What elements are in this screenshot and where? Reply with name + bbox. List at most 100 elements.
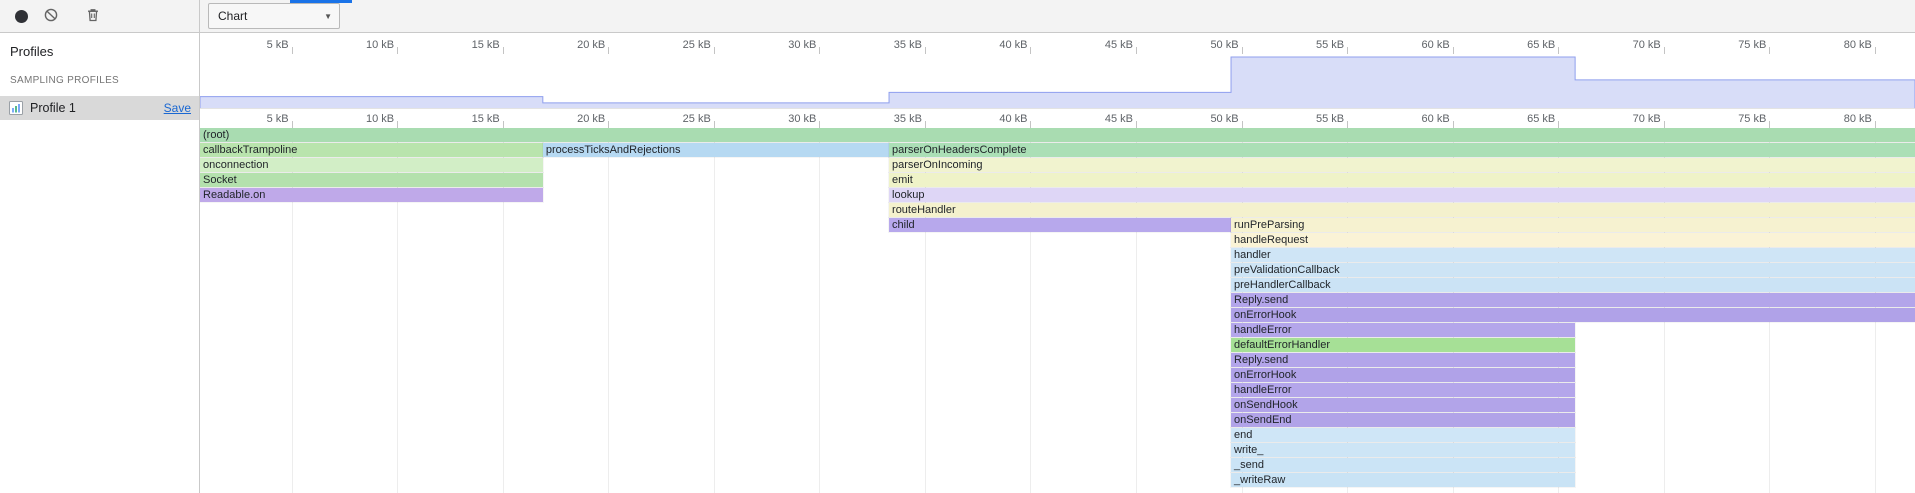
tick-mark — [292, 47, 293, 54]
flame-frame-label: emit — [889, 173, 1915, 187]
flame-frame[interactable]: callbackTrampoline — [200, 143, 543, 157]
flame-frame[interactable]: preValidationCallback — [1231, 263, 1915, 277]
flame-frame-label: handler — [1231, 248, 1915, 262]
flame-frame[interactable]: handleError — [1231, 323, 1575, 337]
tick-mark — [1030, 121, 1031, 128]
flame-frame-label: end — [1231, 428, 1575, 442]
flame-frame-label: onSendHook — [1231, 398, 1575, 412]
tick-label: 80 kB — [1844, 113, 1872, 125]
tick-label: 60 kB — [1422, 39, 1450, 51]
flame-frame[interactable]: preHandlerCallback — [1231, 278, 1915, 292]
tick-mark — [292, 121, 293, 128]
flame-frame[interactable]: defaultErrorHandler — [1231, 338, 1575, 352]
flame-frame[interactable]: emit — [889, 173, 1915, 187]
active-tab-indicator — [290, 0, 352, 3]
flame-frame[interactable]: _send — [1231, 458, 1575, 472]
view-mode-select[interactable]: Chart ▼ — [208, 3, 340, 29]
flame-frame[interactable]: Socket — [200, 173, 543, 187]
tick-mark — [1242, 47, 1243, 54]
overview-area-chart — [200, 54, 1915, 108]
tick-label: 40 kB — [999, 39, 1027, 51]
flame-frame[interactable]: handleError — [1231, 383, 1575, 397]
flame-frame[interactable]: handler — [1231, 248, 1915, 262]
tick-label: 75 kB — [1738, 39, 1766, 51]
delete-profile-button[interactable] — [80, 3, 106, 29]
tick-label: 60 kB — [1422, 113, 1450, 125]
tick-label: 5 kB — [267, 113, 289, 125]
flame-frame[interactable]: routeHandler — [889, 203, 1915, 217]
flame-frame[interactable]: processTicksAndRejections — [543, 143, 889, 157]
flame-frame-label: parserOnIncoming — [889, 158, 1915, 172]
flame-frame[interactable]: parserOnIncoming — [889, 158, 1915, 172]
flame-frame-label: processTicksAndRejections — [543, 143, 889, 157]
tick-label: 25 kB — [683, 113, 711, 125]
flame-frame[interactable]: handleRequest — [1231, 233, 1915, 247]
tick-label: 25 kB — [683, 39, 711, 51]
flame-frame-label: Reply.send — [1231, 353, 1575, 367]
tick-label: 45 kB — [1105, 113, 1133, 125]
flame-frame-label: _writeRaw — [1231, 473, 1575, 487]
tick-label: 20 kB — [577, 113, 605, 125]
flame-frame-label: write_ — [1231, 443, 1575, 457]
tick-mark — [397, 121, 398, 128]
record-button[interactable] — [8, 3, 34, 29]
flame-frame[interactable]: Readable.on — [200, 188, 543, 202]
sampling-profiles-header: SAMPLING PROFILES — [0, 75, 199, 86]
tick-label: 20 kB — [577, 39, 605, 51]
record-icon — [15, 10, 28, 23]
tick-mark — [1664, 47, 1665, 54]
flame-frame[interactable]: _writeRaw — [1231, 473, 1575, 487]
flame-frame[interactable]: Reply.send — [1231, 293, 1915, 307]
flame-frame[interactable]: end — [1231, 428, 1575, 442]
flame-frame[interactable]: lookup — [889, 188, 1915, 202]
flame-frame[interactable]: onErrorHook — [1231, 368, 1575, 382]
flame-chart[interactable]: (root)callbackTrampolineprocessTicksAndR… — [200, 128, 1915, 493]
clear-button[interactable] — [38, 3, 64, 29]
flame-frame[interactable]: onErrorHook — [1231, 308, 1915, 322]
flame-frame-label: preHandlerCallback — [1231, 278, 1915, 292]
flame-frame-label: parserOnHeadersComplete — [889, 143, 1915, 157]
tick-mark — [1558, 47, 1559, 54]
flame-frame[interactable]: (root) — [200, 128, 1915, 142]
tick-label: 35 kB — [894, 113, 922, 125]
flame-frame[interactable]: parserOnHeadersComplete — [889, 143, 1915, 157]
flame-frame-label: Reply.send — [1231, 293, 1915, 307]
tick-mark — [1030, 47, 1031, 54]
tick-mark — [1875, 121, 1876, 128]
flame-frame-label: Readable.on — [200, 188, 543, 202]
flame-frame[interactable]: child — [889, 218, 1231, 232]
flame-frame-label: callbackTrampoline — [200, 143, 543, 157]
tick-label: 50 kB — [1210, 113, 1238, 125]
tick-label: 45 kB — [1105, 39, 1133, 51]
flame-frame[interactable]: Reply.send — [1231, 353, 1575, 367]
tick-mark — [1453, 47, 1454, 54]
tick-mark — [397, 47, 398, 54]
flame-frame[interactable]: onSendEnd — [1231, 413, 1575, 427]
view-mode-label: Chart — [218, 9, 247, 23]
flame-frame[interactable]: onconnection — [200, 158, 543, 172]
save-link[interactable]: Save — [164, 101, 191, 115]
tick-mark — [1769, 47, 1770, 54]
flame-frame[interactable]: write_ — [1231, 443, 1575, 457]
sidebar: Profiles SAMPLING PROFILES Profile 1 Sav… — [0, 33, 200, 493]
tick-label: 35 kB — [894, 39, 922, 51]
tick-mark — [503, 47, 504, 54]
flame-frame-label: handleError — [1231, 383, 1575, 397]
flamechart-main: 5 kB10 kB15 kB20 kB25 kB30 kB35 kB40 kB4… — [200, 33, 1915, 493]
overview-pane[interactable] — [200, 54, 1915, 109]
tick-label: 15 kB — [472, 113, 500, 125]
tick-mark — [1453, 121, 1454, 128]
flame-frame[interactable]: runPreParsing — [1231, 218, 1915, 232]
tick-label: 55 kB — [1316, 39, 1344, 51]
tick-label: 75 kB — [1738, 113, 1766, 125]
profile-icon — [8, 100, 24, 116]
flame-frame-label: handleRequest — [1231, 233, 1915, 247]
flame-frame[interactable]: onSendHook — [1231, 398, 1575, 412]
profile-item[interactable]: Profile 1 Save — [0, 96, 199, 120]
profiler-panel: Chart ▼ Profiles SAMPLING PROFILES Profi… — [0, 0, 1915, 493]
tick-mark — [1558, 121, 1559, 128]
tick-label: 10 kB — [366, 113, 394, 125]
tick-label: 70 kB — [1633, 39, 1661, 51]
flame-frame-label: onErrorHook — [1231, 368, 1575, 382]
toolbar-left-group — [0, 0, 200, 32]
